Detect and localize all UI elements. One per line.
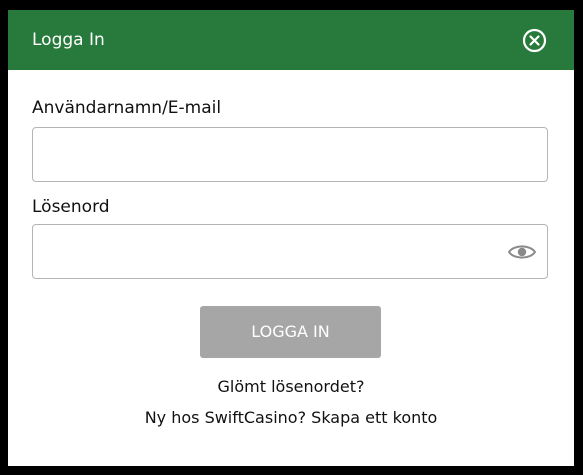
close-icon[interactable] bbox=[522, 28, 547, 53]
password-input[interactable] bbox=[32, 224, 548, 279]
username-input[interactable] bbox=[32, 127, 548, 182]
modal-title: Logga In bbox=[32, 30, 105, 50]
password-label: Lösenord bbox=[32, 197, 110, 217]
modal-header: Logga In bbox=[8, 10, 574, 70]
forgot-password-link[interactable]: Glömt lösenordet? bbox=[218, 377, 365, 396]
signup-row: Ny hos SwiftCasino? Skapa ett konto bbox=[8, 407, 574, 429]
eye-icon[interactable] bbox=[507, 242, 537, 262]
username-label: Användarnamn/E-mail bbox=[32, 98, 222, 118]
login-button[interactable]: LOGGA IN bbox=[200, 306, 381, 358]
login-modal: Logga In Användarnamn/E-mail Lösenord LO… bbox=[8, 10, 574, 466]
create-account-link[interactable]: Skapa ett konto bbox=[311, 408, 437, 427]
signup-prompt: Ny hos SwiftCasino? bbox=[144, 408, 307, 427]
forgot-password-row: Glömt lösenordet? bbox=[8, 376, 574, 398]
